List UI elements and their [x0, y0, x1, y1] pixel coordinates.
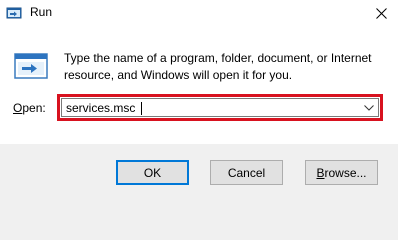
browse-button[interactable]: Browse...	[305, 160, 378, 185]
run-dialog: Run Type the name of a program, folder, …	[0, 0, 398, 203]
open-label-rest: pen:	[22, 101, 46, 115]
run-app-icon	[6, 5, 22, 21]
open-label-accesskey: O	[13, 101, 23, 115]
browse-button-label: rowse...	[324, 165, 367, 180]
cancel-button[interactable]: Cancel	[210, 160, 283, 185]
open-combobox-inner	[61, 98, 379, 118]
ok-button-label: OK	[143, 165, 162, 180]
open-combobox[interactable]	[57, 94, 383, 121]
browse-accesskey: B	[316, 165, 325, 180]
chevron-down-icon[interactable]	[363, 101, 375, 115]
open-input[interactable]	[66, 99, 346, 118]
dialog-body: Type the name of a program, folder, docu…	[0, 26, 398, 144]
ok-button[interactable]: OK	[116, 160, 189, 185]
window-title: Run	[30, 5, 53, 19]
close-icon	[375, 7, 387, 19]
close-button[interactable]	[364, 0, 398, 26]
description-text: Type the name of a program, folder, docu…	[64, 51, 372, 82]
cancel-button-label: Cancel	[227, 165, 266, 180]
text-caret	[141, 102, 142, 115]
title-bar: Run	[0, 0, 398, 26]
run-icon	[14, 50, 48, 82]
open-label: Open:	[13, 101, 46, 115]
